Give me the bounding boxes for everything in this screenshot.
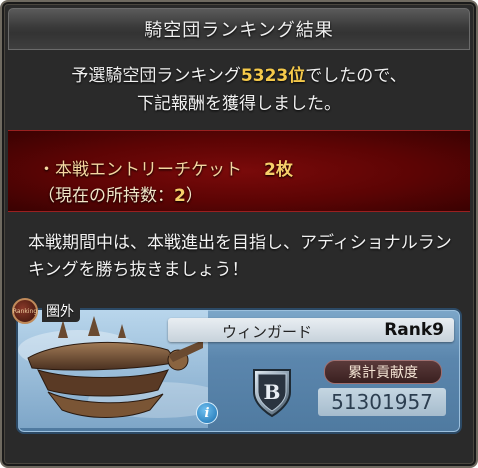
crew-card[interactable]: ウィンガード Rank9 B i 累計貢献度 51301957 — [16, 308, 462, 434]
reward-quantity: 2枚 — [264, 160, 293, 180]
ranking-emblem-icon: Ranking — [12, 298, 38, 324]
crew-name: ウィンガード — [222, 323, 313, 341]
reward-ticket-line: ・本戦エントリーチケット 2枚 — [38, 155, 293, 180]
ranking-status-tag: Ranking 圏外 — [12, 298, 92, 324]
crew-rank: Rank9 — [384, 320, 444, 340]
intro-message: 予選騎空団ランキング5323位でしたので、 下記報酬を獲得しました。 — [8, 50, 470, 134]
dialog-title-bar: 騎空団ランキング結果 — [8, 8, 470, 50]
intro-prefix: 予選騎空団ランキング — [71, 66, 241, 86]
reward-panel: ・本戦エントリーチケット 2枚 （現在の所持数：2） — [8, 130, 470, 212]
crew-name-bar: ウィンガード Rank9 — [168, 318, 454, 342]
contribution-value: 51301957 — [318, 388, 446, 416]
intro-suffix: でしたので、 — [305, 66, 407, 86]
possession-suffix: ） — [185, 186, 203, 206]
ranking-result-dialog: 騎空団ランキング結果 予選騎空団ランキング5323位でしたので、 下記報酬を獲得… — [0, 0, 478, 468]
instruction-text: 本戦期間中は、本戦進出を目指し、アディショナルランキングを勝ち抜きましょう！ — [28, 233, 452, 280]
crest-letter: B — [264, 380, 281, 404]
intro-line-1: 予選騎空団ランキング5323位でしたので、 — [8, 62, 470, 90]
contribution-label: 累計貢献度 — [324, 360, 442, 384]
possession-line: （現在の所持数：2） — [38, 181, 203, 206]
dialog-title: 騎空団ランキング結果 — [144, 20, 334, 41]
preliminary-rank: 5323位 — [240, 66, 306, 86]
intro-line-2: 下記報酬を獲得しました。 — [137, 94, 341, 114]
crew-class-crest-icon: B — [253, 369, 291, 418]
info-icon[interactable]: i — [196, 402, 218, 424]
possession-prefix: （現在の所持数： — [38, 186, 174, 206]
reward-item-name: ・本戦エントリーチケット — [38, 160, 242, 180]
possession-count: 2 — [174, 186, 186, 206]
ranking-status: 圏外 — [42, 300, 80, 322]
